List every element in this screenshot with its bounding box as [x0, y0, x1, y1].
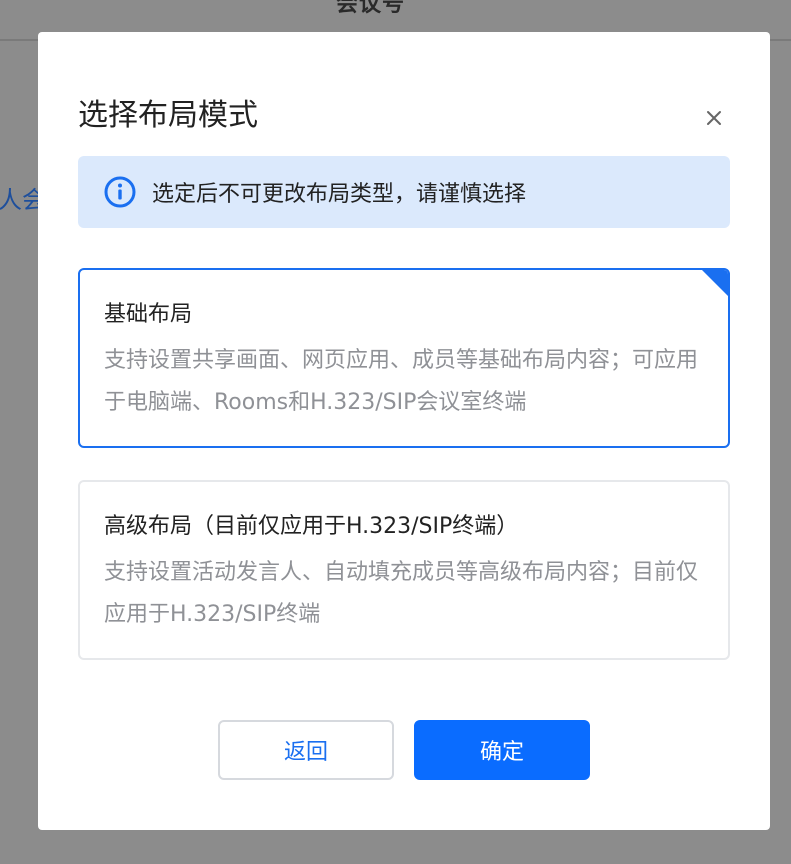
background-page-title: 会议号: [336, 0, 406, 17]
option-title: 高级布局（目前仅应用于H.323/SIP终端）: [104, 514, 519, 539]
notice-text: 选定后不可更改布局类型，请谨慎选择: [152, 182, 527, 207]
option-title: 基础布局: [104, 302, 193, 327]
option-advanced-layout[interactable]: 高级布局（目前仅应用于H.323/SIP终端） 支持设置活动发言人、自动填充成员…: [78, 480, 730, 660]
info-icon: [104, 176, 136, 208]
option-description: 支持设置活动发言人、自动填充成员等高级布局内容；目前仅应用于H.323/SIP终…: [104, 560, 699, 627]
dialog-title: 选择布局模式: [78, 98, 258, 133]
warning-notice: 选定后不可更改布局类型，请谨慎选择: [78, 156, 730, 228]
confirm-button[interactable]: 确定: [414, 720, 590, 780]
close-button[interactable]: [702, 106, 726, 130]
close-icon: [707, 111, 721, 125]
back-button[interactable]: 返回: [218, 720, 394, 780]
option-basic-layout[interactable]: 基础布局 支持设置共享画面、网页应用、成员等基础布局内容；可应用于电脑端、Roo…: [78, 268, 730, 448]
option-description: 支持设置共享画面、网页应用、成员等基础布局内容；可应用于电脑端、Rooms和H.…: [104, 348, 699, 415]
selected-corner-indicator: [702, 270, 728, 296]
layout-mode-dialog: 选择布局模式 选定后不可更改布局类型，请谨慎选择 基础布局 支持设置共享画面、网…: [38, 32, 770, 830]
